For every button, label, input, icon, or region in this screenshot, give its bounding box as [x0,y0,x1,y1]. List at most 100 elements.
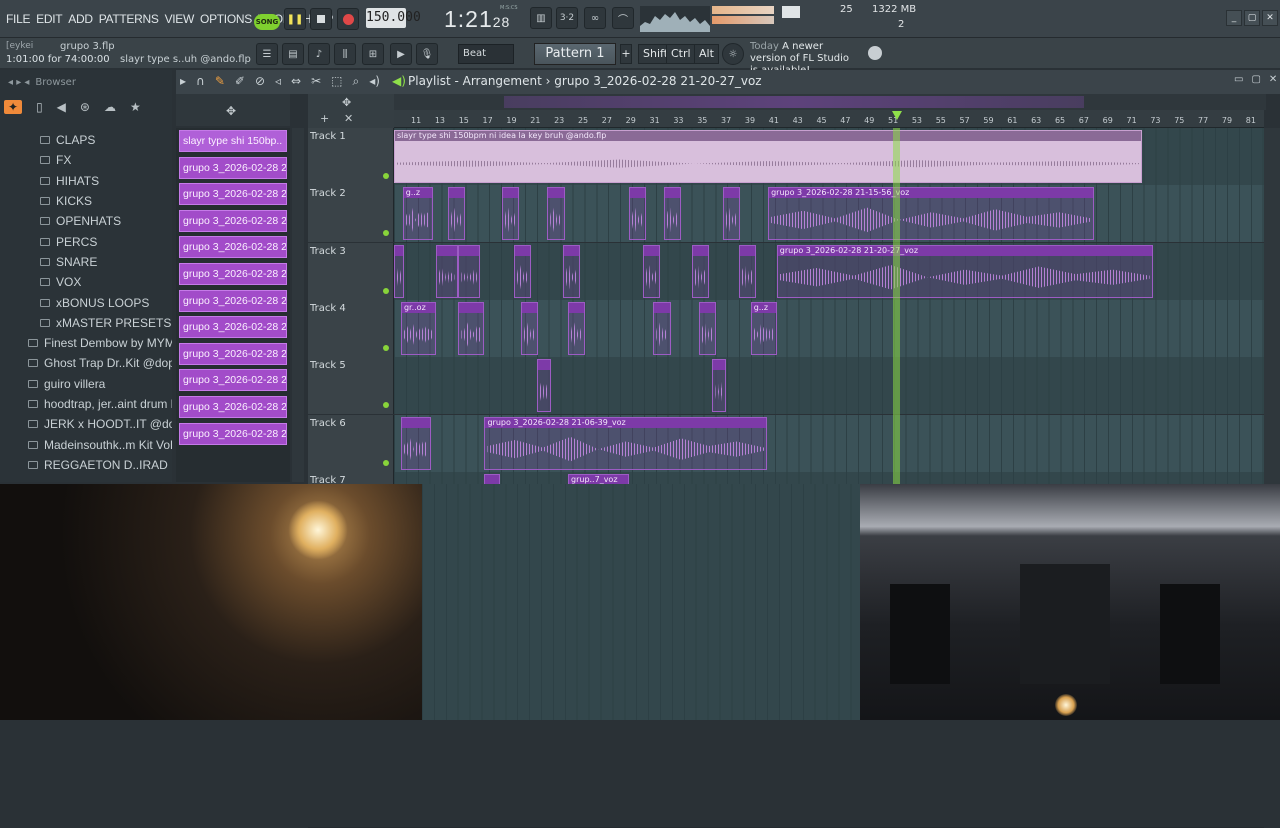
audio-clip[interactable]: grupo 3_2026-02-28 21-15-56_voz [768,187,1095,241]
pattern-selector[interactable]: Pattern 1 [534,43,616,65]
track-mute-led[interactable] [383,230,389,237]
audio-clip[interactable] [642,244,661,298]
audio-clip[interactable] [447,187,466,241]
stop-button[interactable] [310,8,332,30]
close-button[interactable]: ✕ [1262,10,1278,26]
menu-options[interactable]: OPTIONS [200,12,252,26]
audio-clip[interactable] [562,244,581,298]
channel-button[interactable]: grupo 3_2026-02-28 20-.. [179,369,287,392]
track-mute-led[interactable] [383,287,389,294]
song-mode-button[interactable]: SONG [254,14,280,30]
plugin-tab-icon[interactable]: ⊛ [80,100,90,114]
slice-icon[interactable]: ✂ [311,74,321,89]
typing-keyboard-button[interactable]: ▥ [530,7,552,29]
browser-item[interactable]: Madeinsouthk..m Kit Vol. 2 [0,434,172,454]
audio-clip[interactable]: gr..oz [400,301,436,355]
browser-item[interactable]: CLAPS [0,130,172,150]
browser-item[interactable]: SNARE [0,252,172,272]
audio-clip[interactable]: g..z [402,187,434,241]
playhead-marker[interactable] [892,111,902,120]
browser-item[interactable]: hoodtrap, jer..aint drum kit [0,394,172,414]
paint-icon[interactable]: ✐ [235,74,245,89]
audio-clip[interactable]: g..z [750,301,777,355]
channel-button[interactable]: grupo 3_2026-02-28 20-.. [179,316,287,339]
piano-roll-button[interactable]: ♪ [308,43,330,65]
channel-button[interactable]: grupo 3_2026-02-28 20-.. [179,422,287,445]
menu-file[interactable]: FILE [6,12,30,26]
browser-item[interactable]: xBONUS LOOPS [0,292,172,312]
record-button[interactable] [337,8,359,30]
slip-icon[interactable]: ⇔ [291,74,301,89]
track-header[interactable]: Track 1 [308,128,394,185]
audio-clip[interactable] [536,359,551,413]
track-mute-led[interactable] [383,402,389,409]
audio-clip[interactable] [691,244,709,298]
microphone-button[interactable]: 🎙 [416,43,438,65]
restore-icon[interactable]: ▢ [1251,74,1260,85]
audio-clip[interactable] [722,187,741,241]
channel-button[interactable]: grupo 3_2026-02-28 20-.. [179,209,287,232]
audio-clip[interactable] [458,244,481,298]
ctrl-key-button[interactable]: Ctrl [666,44,696,64]
track-x-icon[interactable]: ✕ [344,112,353,125]
browser-nav-icon[interactable]: ◂ ▸ ◂ [8,77,29,88]
track-header[interactable]: Track 2 [308,185,394,243]
menu-view[interactable]: VIEW [165,12,195,26]
menu-patterns[interactable]: PATTERNS [99,12,159,26]
magnet-icon[interactable]: ∩ [196,74,205,89]
overview-scroll-region[interactable] [504,96,1084,108]
menu-edit[interactable]: EDIT [36,12,62,26]
track-lane[interactable]: g..z grupo 3_2026-02-28 21-15-56_voz [394,185,1264,243]
audio-clip[interactable] [738,244,756,298]
pencil-icon[interactable]: ✎ [215,74,225,89]
browser-item[interactable]: REGGAETON D..IRAD BEATS [0,455,172,475]
audio-clip[interactable] [514,244,532,298]
track-lane[interactable]: slayr type shi 150bpm ni idea la key bru… [394,128,1264,185]
audio-clip[interactable] [435,244,458,298]
mixer-button[interactable]: ⫼ [334,43,356,65]
close-icon[interactable]: ✕ [1269,74,1277,85]
minimize-icon[interactable]: ▭ [1234,74,1243,85]
track-header[interactable]: Track 5 [308,357,394,415]
browser-item[interactable]: HIHATS [0,171,172,191]
browser-item[interactable]: VOX [0,272,172,292]
channel-button[interactable]: grupo 3_2026-02-28 20-.. [179,236,287,259]
audio-clip[interactable] [653,301,671,355]
next-button[interactable]: ▶ [390,43,412,65]
channel-button[interactable]: slayr type shi 150bp.. [179,130,287,152]
browser-item[interactable]: OPENHATS [0,211,172,231]
audio-clip[interactable] [501,187,520,241]
track-mute-led[interactable] [383,173,389,179]
playback-icon[interactable]: ◂) [369,74,380,89]
track-header[interactable]: Track 6 [308,414,394,472]
arrangement-overview[interactable] [394,94,1266,110]
audio-clip[interactable]: grupo 3_2026-02-28 21-20-27_voz [776,244,1153,298]
mute-icon[interactable]: ◃ [275,74,281,89]
channel-button[interactable]: grupo 3_2026-02-28 20-.. [179,262,287,285]
track-mute-led[interactable] [383,459,389,466]
loop-record-button[interactable]: ∞ [584,7,606,29]
browser-item[interactable]: xMASTER PRESETS [0,313,172,333]
audio-clip[interactable] [698,301,716,355]
audio-clip[interactable] [663,187,682,241]
track-lane[interactable]: grupo 3_2026-02-28 21-20-27_voz [394,242,1264,300]
maximize-button[interactable]: ▢ [1244,10,1260,26]
speaker-tab-icon[interactable]: ◀ [57,100,66,114]
audio-clip[interactable] [628,187,647,241]
audio-clip[interactable] [458,301,485,355]
channel-button[interactable]: grupo 3_2026-02-28 20-.. [179,183,287,206]
alt-key-button[interactable]: Alt [694,44,719,64]
delete-icon[interactable]: ⊘ [255,74,265,89]
files-tab-icon[interactable]: ▯ [36,100,43,114]
browser-item[interactable]: Finest Dembow by MYMBA [0,333,172,353]
countdown-button[interactable]: 3·2 [556,7,578,29]
audio-clip[interactable] [712,359,727,413]
audio-clip[interactable]: grupo 3_2026-02-28 21-06-39_voz [484,416,768,470]
arrangement-name[interactable]: grupo 3_2026-02-28 21-20-27_voz [554,74,761,88]
audio-clip[interactable] [521,301,539,355]
browser-item[interactable]: JERK x HOODT..IT @dopekit [0,414,172,434]
menu-add[interactable]: ADD [68,12,93,26]
browser-item[interactable]: KICKS [0,191,172,211]
playlist-vscrollbar[interactable] [1264,128,1280,484]
channel-list-scrollbar[interactable] [292,128,304,482]
